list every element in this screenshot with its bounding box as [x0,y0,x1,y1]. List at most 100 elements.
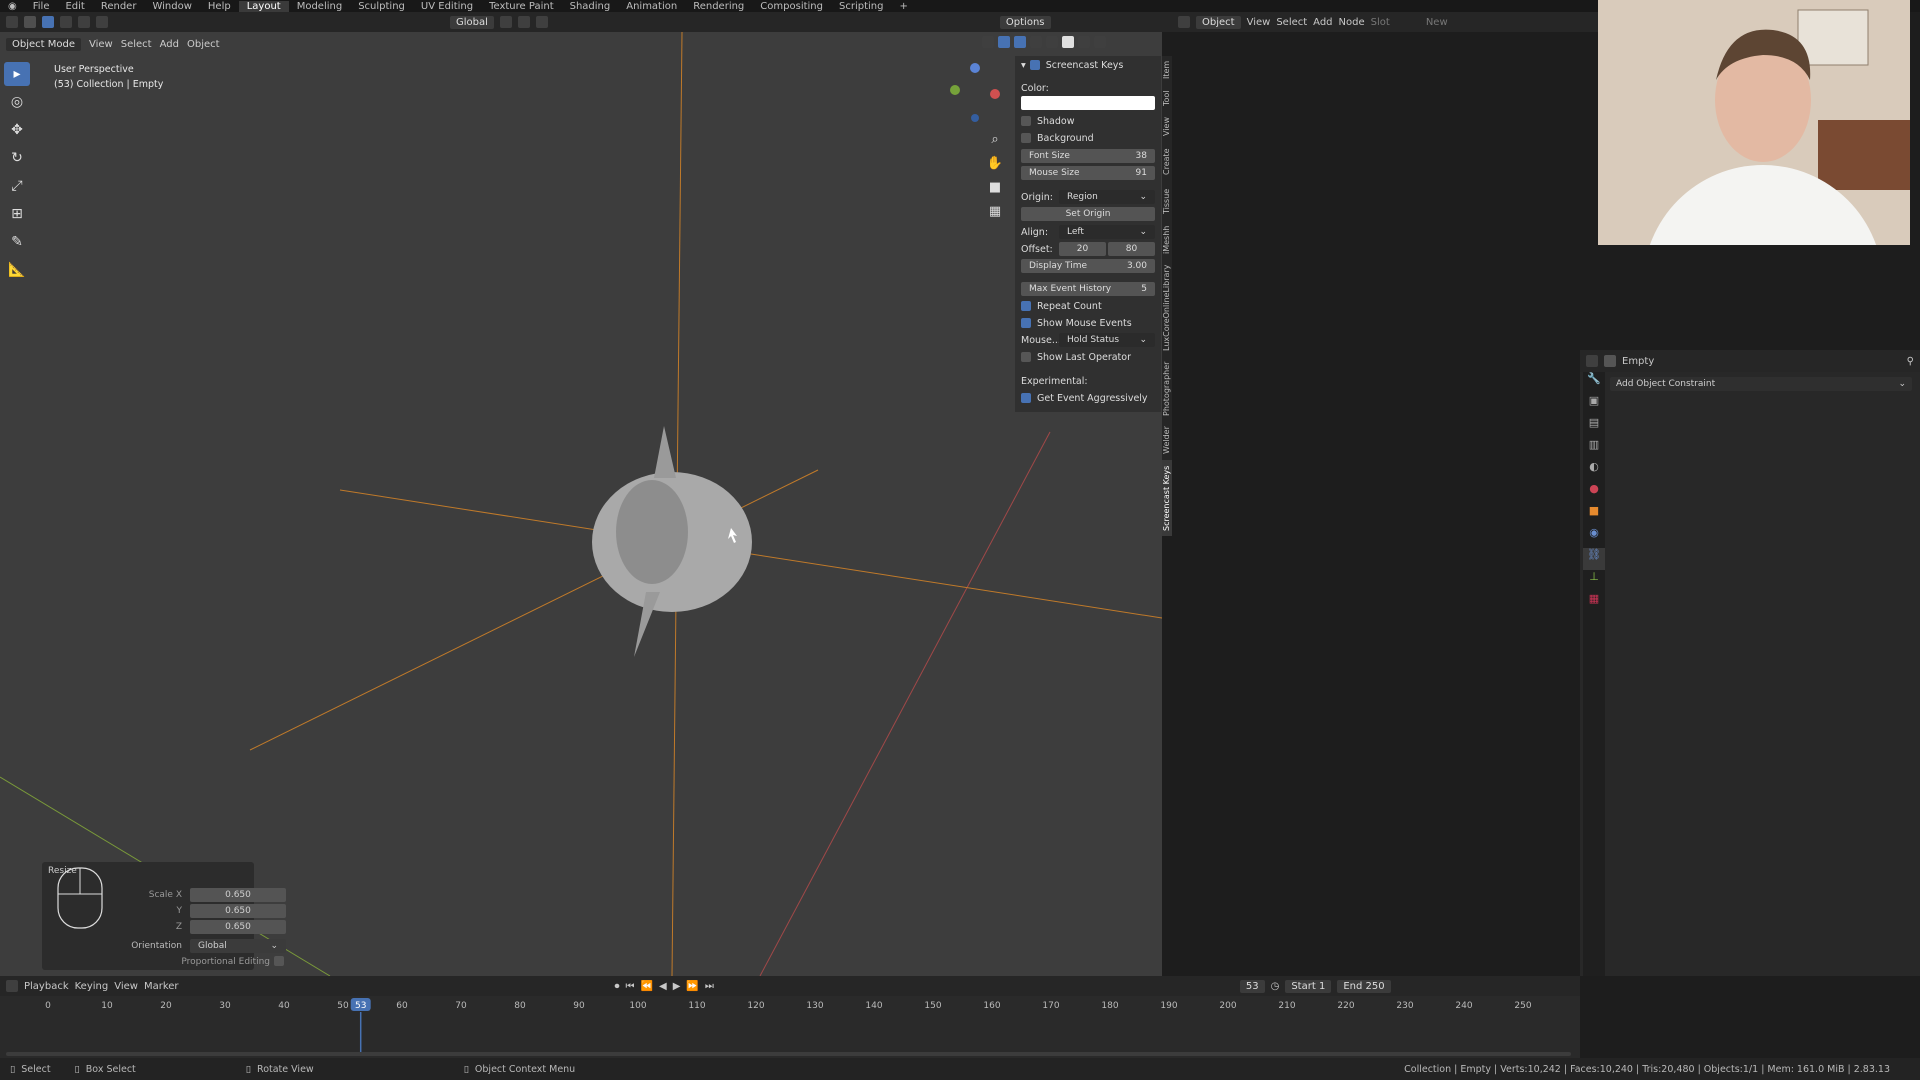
panel-collapse-icon[interactable]: ▾ [1021,60,1026,71]
new-material-button[interactable]: New [1426,17,1448,28]
blender-logo-icon[interactable]: ◉ [0,1,25,12]
origin-dropdown[interactable]: Region ⌄ [1059,190,1155,204]
get-event-row[interactable]: Get Event Aggressively [1021,391,1155,405]
timeline-type-icon[interactable] [6,980,18,992]
node-menu-select[interactable]: Select [1276,17,1307,28]
rotate-icon[interactable]: ↻ [4,146,30,170]
background-row[interactable]: Background [1021,131,1155,145]
panel-header[interactable]: ▾ Screencast Keys [1021,58,1155,72]
rendered-shading-icon[interactable] [1094,36,1106,48]
play-icon[interactable]: ▶ [673,981,681,992]
vp-menu-add[interactable]: Add [160,39,179,50]
object-type-dropdown[interactable]: Object [1196,15,1241,29]
timeline-menu-keying[interactable]: Keying [75,981,109,992]
snap-icon[interactable] [517,16,530,28]
tool-tab-icon[interactable]: 🔧 [1583,372,1605,394]
tab-modeling[interactable]: Modeling [289,1,351,12]
output-tab-icon[interactable]: ▤ [1583,416,1605,438]
end-frame-field[interactable]: End 250 [1337,979,1391,993]
scale-y-field[interactable]: 0.650 [190,904,286,918]
tab-rendering[interactable]: Rendering [685,1,752,12]
object-tab-icon[interactable]: ■ [1583,504,1605,526]
overlay-toggle-icon[interactable] [1014,36,1026,48]
repeat-count-checkbox[interactable] [1021,301,1031,311]
menu-render[interactable]: Render [93,1,145,12]
constraints-tab-icon[interactable]: ⛓ [1583,548,1605,570]
move-icon[interactable]: ✥ [4,118,30,142]
node-menu-add[interactable]: Add [1313,17,1332,28]
select-mode-new-icon[interactable] [42,16,54,28]
orientation-select[interactable]: Global ⌄ [190,939,286,953]
outliner-area[interactable] [1580,245,1920,350]
node-editor-type-icon[interactable] [1178,16,1190,28]
start-frame-field[interactable]: Start 1 [1285,979,1332,993]
pin-icon[interactable]: ⚲ [1907,356,1914,367]
view-layer-tab-icon[interactable]: ▥ [1583,438,1605,460]
pan-hand-icon[interactable]: ✋ [982,152,1008,176]
pivot-icon[interactable] [499,16,512,28]
get-event-checkbox[interactable] [1021,393,1031,403]
timeline-editor[interactable]: Playback Keying View Marker ⏺ ⏮ ⏪ ◀ ▶ ⏩ … [0,976,1580,1064]
viewport-visibility-icon[interactable] [982,36,994,48]
editor-type-icon[interactable] [6,16,18,28]
show-last-row[interactable]: Show Last Operator [1021,350,1155,364]
vp-menu-select[interactable]: Select [121,39,152,50]
solid-shading-icon[interactable] [1062,36,1074,48]
tab-photographer[interactable]: Photographer [1162,358,1172,420]
orientation-dropdown[interactable]: Global [450,15,494,29]
tab-welder[interactable]: Welder [1162,424,1172,456]
screencast-enabled-checkbox[interactable] [1029,60,1040,70]
tab-uv-editing[interactable]: UV Editing [413,1,481,12]
xray-icon[interactable] [1030,36,1042,48]
mouse-dropdown[interactable]: Hold Status ⌄ [1059,333,1155,347]
properties-type-icon[interactable] [1586,355,1598,367]
background-checkbox[interactable] [1021,133,1031,143]
jump-end-icon[interactable]: ⏭ [705,981,714,992]
tab-texture-paint[interactable]: Texture Paint [481,1,562,12]
tab-sculpting[interactable]: Sculpting [350,1,413,12]
vp-menu-view[interactable]: View [89,39,113,50]
menu-help[interactable]: Help [200,1,239,12]
display-time-field[interactable]: Display Time 3.00 [1021,259,1155,273]
mode-dropdown[interactable]: Object Mode [6,37,81,51]
camera-icon[interactable]: ■ [982,176,1008,200]
material-shading-icon[interactable] [1078,36,1090,48]
vp-menu-object[interactable]: Object [187,39,220,50]
proportional-checkbox[interactable] [274,956,284,966]
mouse-size-field[interactable]: Mouse Size 91 [1021,166,1155,180]
select-tool-icon[interactable] [24,16,36,28]
current-frame-field[interactable]: 53 [1239,979,1265,993]
menu-window[interactable]: Window [144,1,199,12]
tab-view[interactable]: View [1162,114,1172,140]
offset-x-field[interactable]: 20 [1059,242,1106,256]
tab-tissue[interactable]: Tissue [1162,184,1172,218]
next-key-icon[interactable]: ⏩ [686,981,698,992]
node-menu-view[interactable]: View [1247,17,1271,28]
world-tab-icon[interactable]: ● [1583,482,1605,504]
select-mode-invert-icon[interactable] [96,16,108,28]
tab-scripting[interactable]: Scripting [831,1,891,12]
node-menu-node[interactable]: Node [1339,17,1365,28]
tab-luxcore-online-library[interactable]: LuxCoreOnlineLibrary [1162,262,1172,354]
scale-icon[interactable]: ⤢ [4,174,30,198]
tab-imeshh[interactable]: iMeshh [1162,222,1172,258]
data-tab-icon[interactable]: ⊥ [1583,570,1605,592]
max-history-field[interactable]: Max Event History 5 [1021,282,1155,296]
cursor-icon[interactable]: ◎ [4,90,30,114]
repeat-count-row[interactable]: Repeat Count [1021,299,1155,313]
timeline-menu-playback[interactable]: Playback [24,981,69,992]
scale-z-field[interactable]: 0.650 [190,920,286,934]
font-size-field[interactable]: Font Size 38 [1021,149,1155,163]
physics-tab-icon[interactable]: ◉ [1583,526,1605,548]
select-mode-subtract-icon[interactable] [78,16,90,28]
offset-y-field[interactable]: 80 [1108,242,1155,256]
menu-edit[interactable]: Edit [57,1,92,12]
gizmo-toggle-icon[interactable] [998,36,1010,48]
timeline-menu-marker[interactable]: Marker [144,981,179,992]
tab-tool[interactable]: Tool [1162,86,1172,110]
set-origin-button[interactable]: Set Origin [1021,207,1155,221]
tab-layout[interactable]: Layout [238,0,289,12]
texture-tab-icon[interactable]: ▦ [1583,592,1605,614]
shadow-row[interactable]: Shadow [1021,114,1155,128]
jump-start-icon[interactable]: ⏮ [626,981,635,992]
